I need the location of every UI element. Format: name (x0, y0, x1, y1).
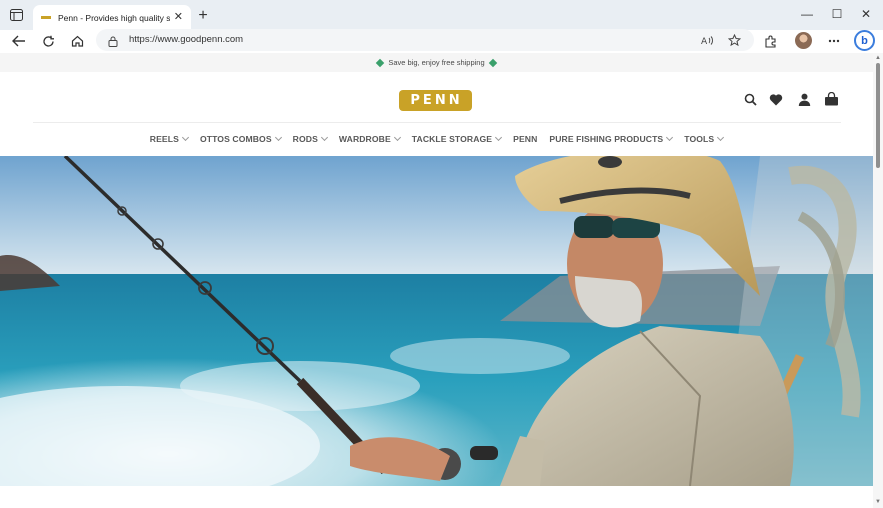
lock-icon[interactable] (108, 34, 118, 52)
logo-letter: N (434, 93, 447, 108)
nav-item-wardrobe[interactable]: WARDROBE (338, 131, 401, 147)
chevron-down-icon (274, 133, 282, 142)
nav-item-penn[interactable]: PENN (513, 131, 537, 147)
scroll-down-icon[interactable]: ▼ (875, 499, 881, 505)
svg-text:A: A (701, 37, 708, 46)
back-icon[interactable] (8, 30, 30, 52)
home-icon[interactable] (66, 30, 88, 52)
logo-letter: N (448, 93, 461, 108)
web-page: Save big, enjoy free shipping P E N N RE… (0, 53, 873, 508)
nav-item-tackle-storage[interactable]: TACKLE STORAGE (411, 131, 503, 147)
tab-close-button[interactable]: ✕ (174, 12, 183, 23)
nav-item-label: TACKLE STORAGE (411, 134, 493, 144)
search-icon[interactable] (742, 91, 758, 107)
scroll-up-icon[interactable]: ▲ (875, 55, 881, 61)
favicon-icon (41, 16, 51, 19)
browser-window: Penn - Provides high quality salt ✕ + — … (0, 0, 883, 508)
nav-item-label: PURE FISHING PRODUCTS (549, 134, 664, 144)
diamond-icon (376, 58, 385, 67)
logo-letter: E (422, 93, 433, 108)
hero-banner-image[interactable] (0, 156, 873, 486)
profile-avatar[interactable] (795, 32, 812, 49)
nav-item-rods[interactable]: RODS (292, 131, 328, 147)
nav-item-label: OTTOS COMBOS (199, 134, 272, 144)
nav-item-reels[interactable]: REELS (149, 131, 189, 147)
new-tab-button[interactable]: + (194, 7, 212, 25)
nav-item-label: PENN (513, 134, 538, 144)
nav-item-label: RODS (292, 134, 318, 144)
promo-bar: Save big, enjoy free shipping (0, 53, 873, 72)
nav-item-label: WARDROBE (338, 134, 391, 144)
cart-icon[interactable] (823, 91, 839, 107)
tab-strip: Penn - Provides high quality salt ✕ + — … (0, 0, 883, 30)
nav-item-ottos-combos[interactable]: OTTOS COMBOS (199, 131, 282, 147)
extensions-icon[interactable] (759, 30, 781, 52)
close-window-button[interactable]: ✕ (849, 0, 883, 28)
minimize-button[interactable]: — (790, 0, 824, 28)
penn-logo[interactable]: P E N N (399, 90, 472, 111)
nav-item-tools[interactable]: TOOLS (684, 131, 725, 147)
nav-item-label: REELS (149, 134, 179, 144)
chevron-down-icon (320, 133, 328, 142)
favorite-star-icon[interactable] (727, 33, 741, 47)
account-icon[interactable] (796, 91, 812, 107)
nav-item-label: TOOLS (684, 134, 715, 144)
nav-item-pure-fishing-products[interactable]: PURE FISHING PRODUCTS (549, 131, 674, 147)
chevron-down-icon (181, 133, 189, 142)
refresh-icon[interactable] (37, 30, 59, 52)
browser-tab[interactable]: Penn - Provides high quality salt ✕ (33, 5, 191, 30)
page-scrollbar[interactable]: ▲ ▼ (873, 53, 883, 508)
address-bar[interactable]: https://www.goodpenn.com A (96, 29, 754, 51)
logo-letter: P (410, 93, 421, 108)
tab-title: Penn - Provides high quality salt (58, 12, 170, 23)
scrollbar-thumb[interactable] (876, 63, 880, 168)
chevron-down-icon (666, 133, 674, 142)
header-divider (33, 122, 841, 123)
tab-actions-icon[interactable] (8, 8, 24, 22)
bing-copilot-icon[interactable]: b (854, 30, 875, 51)
more-menu-icon[interactable] (823, 30, 845, 52)
chevron-down-icon (717, 133, 725, 142)
diamond-icon (488, 58, 497, 67)
chevron-down-icon (393, 133, 401, 142)
read-aloud-icon[interactable]: A (700, 33, 714, 47)
browser-toolbar: https://www.goodpenn.com A b (0, 29, 883, 52)
main-navigation: REELS OTTOS COMBOS RODS WARDROBE TACKLE … (0, 131, 873, 147)
chevron-down-icon (495, 133, 503, 142)
promo-text: Save big, enjoy free shipping (388, 58, 485, 67)
url-text[interactable]: https://www.goodpenn.com (129, 34, 243, 45)
heart-icon[interactable] (768, 91, 784, 107)
